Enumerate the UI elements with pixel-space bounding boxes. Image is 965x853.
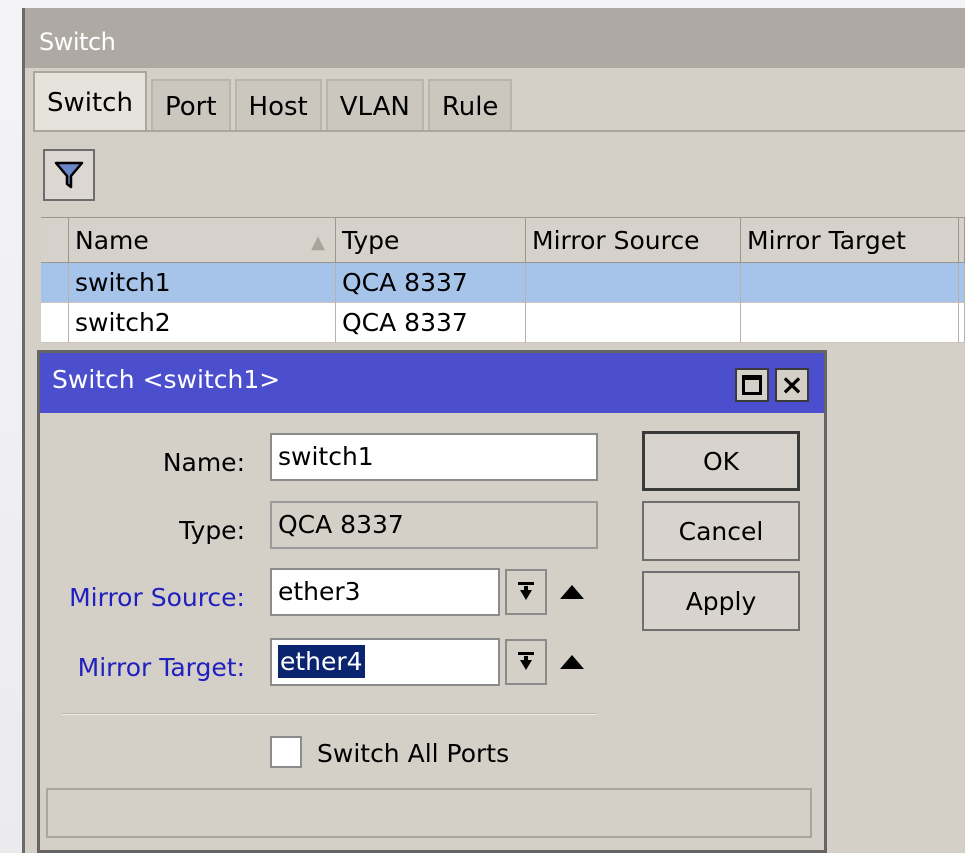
tab-rule[interactable]: Rule [427,79,513,131]
filter-icon [54,161,84,189]
mirror-target-field[interactable]: ether4 [270,638,500,686]
mirror-target-dropdown-button[interactable] [505,639,547,685]
maximize-icon [742,375,762,395]
filter-button[interactable] [43,149,95,201]
switch-all-ports-label[interactable]: Switch All Ports [317,739,509,768]
column-header-filler [959,218,965,263]
cell-mirror-source [526,263,741,303]
table-row[interactable]: switch1 QCA 8337 [41,263,965,303]
cell-name: switch1 [69,263,336,303]
apply-button[interactable]: Apply [642,571,800,631]
cell-type: QCA 8337 [336,303,526,343]
cell-mirror-target [741,303,959,343]
cell-name: switch2 [69,303,336,343]
table-header: Name ▲ Type Mirror Source Mirror Target [41,218,965,263]
tab-bar: Switch Port Host VLAN Rule [33,71,516,131]
close-icon: × [780,368,804,401]
tab-port[interactable]: Port [150,79,231,131]
switch-tab-panel: Name ▲ Type Mirror Source Mirror Target … [33,130,965,356]
cell-mirror-target [741,263,959,303]
status-bar [46,788,812,838]
cancel-button[interactable]: Cancel [642,501,800,561]
mirror-source-remove-icon[interactable] [560,585,584,599]
cell-mirror-source [526,303,741,343]
ok-button[interactable]: OK [642,431,800,491]
mirror-source-dropdown-button[interactable] [505,569,547,615]
name-label: Name: [162,448,245,477]
mirror-target-label: Mirror Target: [77,653,245,682]
switch-all-ports-checkbox[interactable] [270,736,302,768]
switch-table: Name ▲ Type Mirror Source Mirror Target … [41,217,965,343]
dropdown-arrow-icon [518,582,534,600]
dropdown-arrow-icon [518,652,534,670]
column-header-name[interactable]: Name ▲ [69,218,336,263]
dialog-title[interactable]: Switch <switch1> [40,353,824,413]
mirror-source-label: Mirror Source: [69,583,245,612]
tab-host[interactable]: Host [234,79,322,131]
column-header-mirror-source[interactable]: Mirror Source [526,218,741,263]
sort-ascending-icon: ▲ [311,232,325,253]
type-label: Type: [179,516,245,545]
mirror-source-field[interactable]: ether3 [270,568,500,616]
name-field[interactable]: switch1 [270,433,598,481]
maximize-button[interactable] [735,368,769,402]
mirror-target-value: ether4 [278,645,365,678]
type-field: QCA 8337 [270,501,598,549]
close-button[interactable]: × [775,368,809,402]
table-row[interactable]: switch2 QCA 8337 [41,303,965,343]
divider [62,713,597,715]
window-title: Switch [25,8,965,68]
cell-type: QCA 8337 [336,263,526,303]
switch-edit-dialog: Switch <switch1> × Name: switch1 Type: Q… [37,350,827,853]
tab-switch[interactable]: Switch [33,71,147,131]
column-header-mirror-target[interactable]: Mirror Target [741,218,959,263]
row-selector-header [41,218,69,263]
tab-vlan[interactable]: VLAN [325,79,424,131]
mirror-target-remove-icon[interactable] [560,655,584,669]
column-header-type[interactable]: Type [336,218,526,263]
